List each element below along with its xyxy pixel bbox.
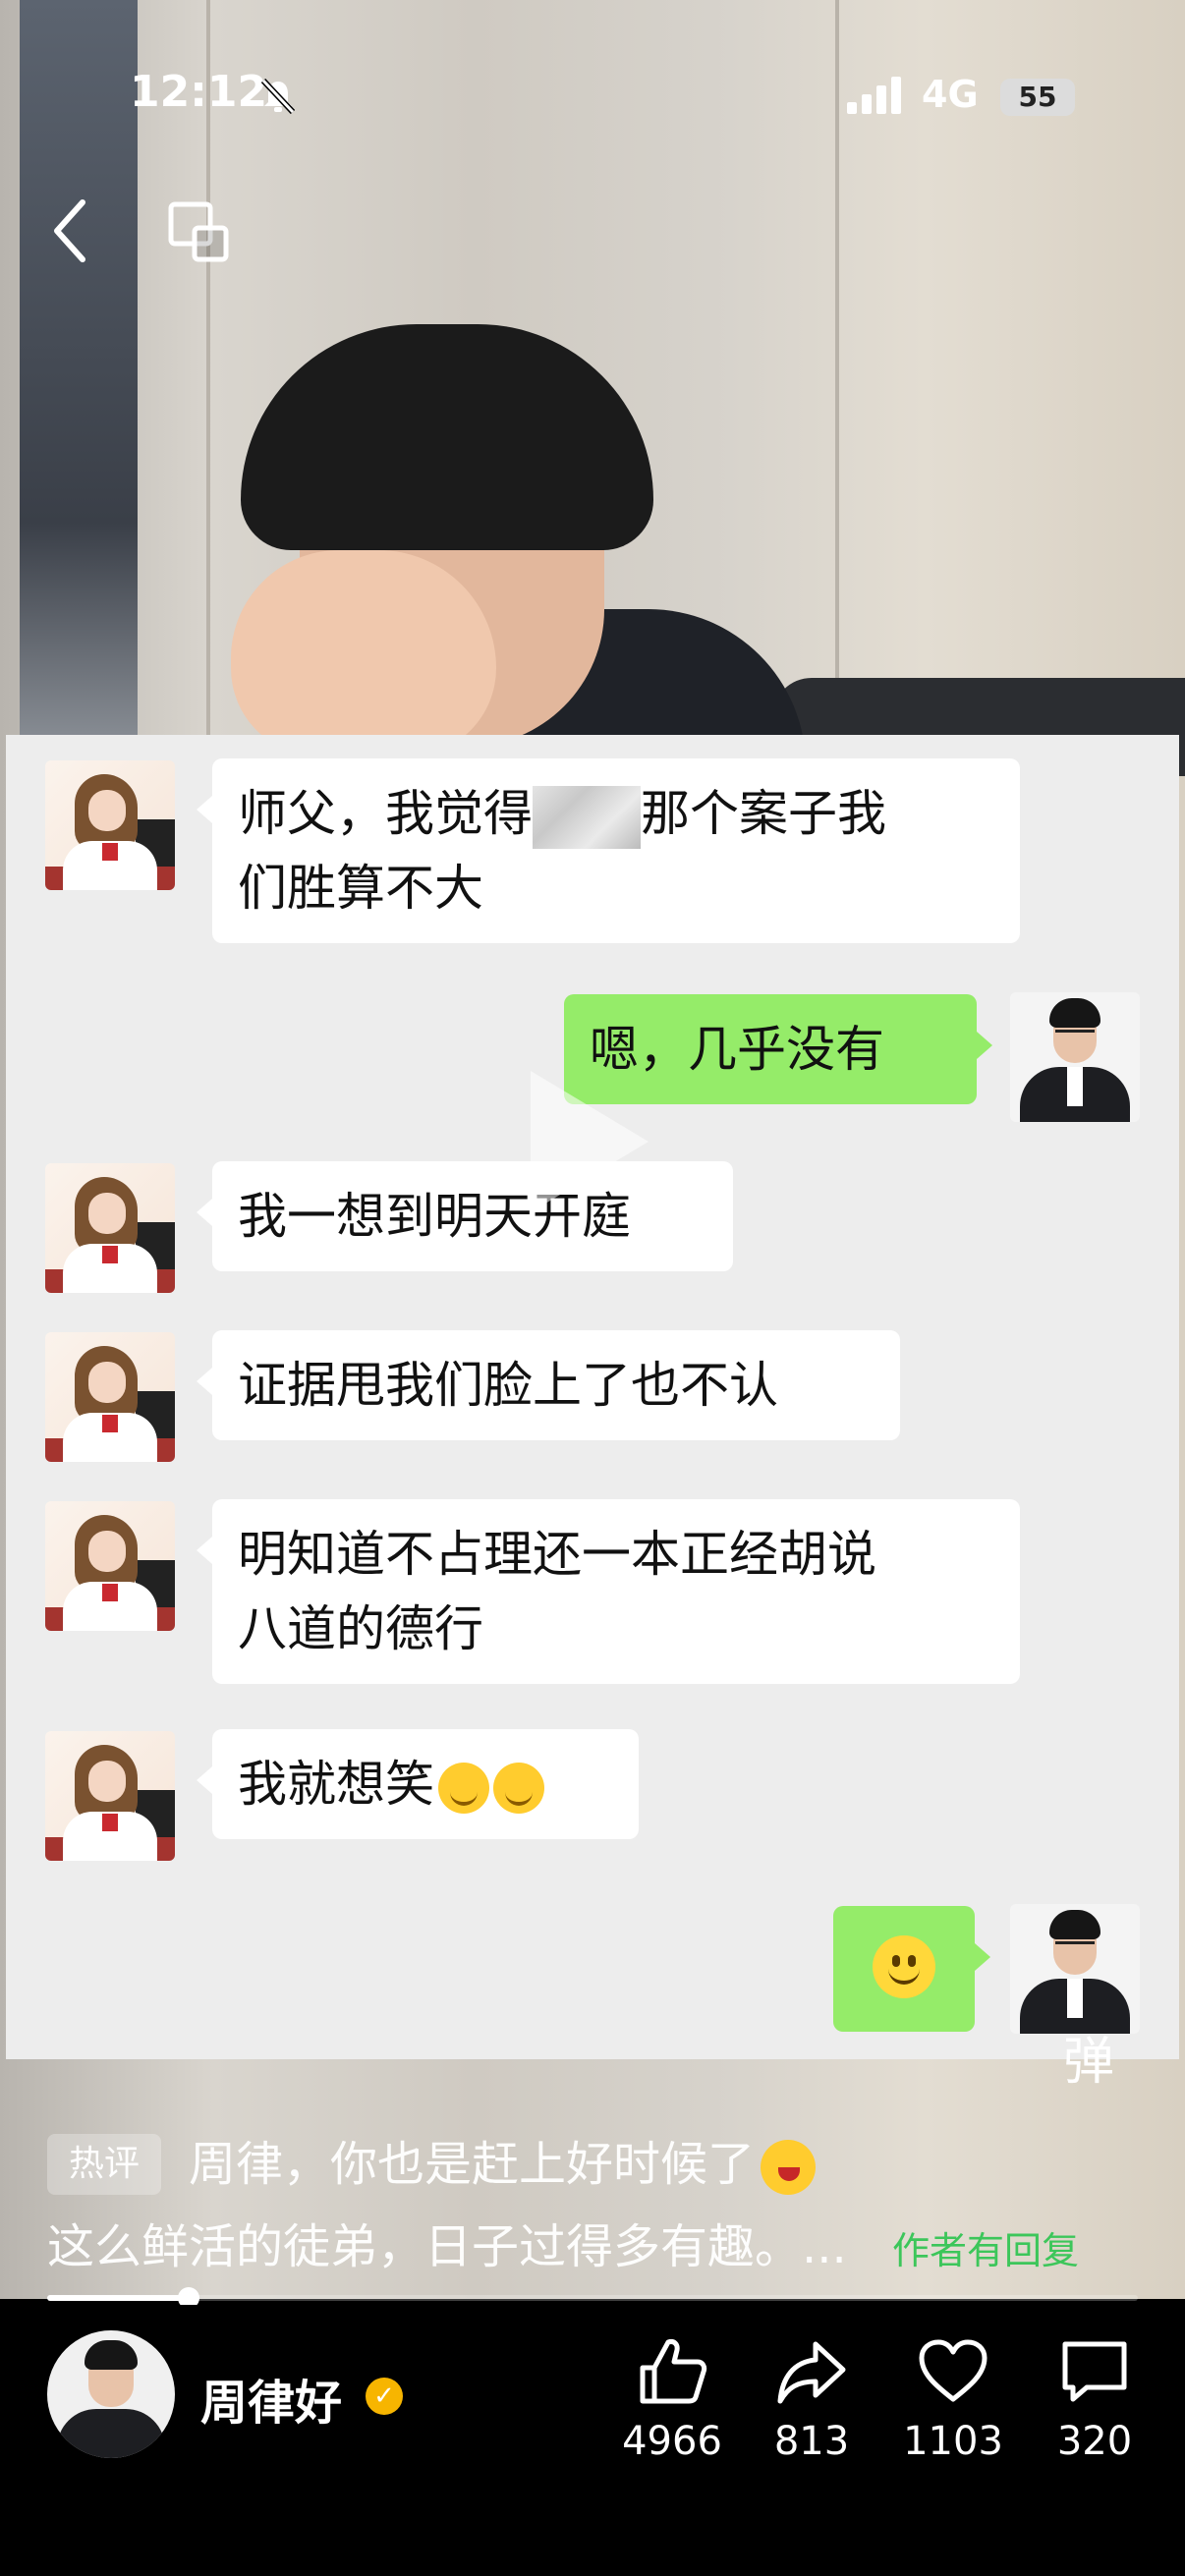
battery-icon: 55 <box>1000 79 1075 116</box>
comment-count: 320 <box>1056 2419 1133 2464</box>
apprentice-avatar <box>45 760 175 890</box>
message-text: 八道的德行 <box>238 1600 483 1657</box>
message-text: 我就想笑 <box>238 1756 434 1813</box>
redacted-blur <box>533 785 641 849</box>
chat-bubble: 我一想到明天开庭 <box>197 1161 733 1271</box>
status-bar: 12:12 4G 55 <box>0 59 1185 138</box>
share-arrow-icon <box>777 2341 846 2404</box>
share-button[interactable]: 813 <box>743 2334 880 2464</box>
chat-bubble: 明知道不占理还一本正经胡说 八道的德行 <box>197 1499 1020 1684</box>
comment-bubble-icon <box>1062 2341 1127 2402</box>
favorite-button[interactable]: 1103 <box>884 2334 1022 2464</box>
video-progress-bar[interactable] <box>47 2287 1138 2309</box>
bottom-bar: 周律好 ✓ 4966 813 1103 320 <box>0 2305 1185 2576</box>
message-text: 那个案子我 <box>641 785 886 842</box>
picture-in-picture-icon[interactable] <box>167 200 230 263</box>
danmaku-label: 弹 <box>1063 2033 1115 2092</box>
person-facepalm <box>231 324 653 756</box>
play-icon[interactable] <box>531 1071 649 1212</box>
author-reply-link[interactable]: 作者有回复 <box>892 2220 1079 2274</box>
hot-comment-text: 周律，你也是赶上好时候了 <box>189 2130 817 2199</box>
smile-emoji <box>873 1935 935 1998</box>
progress-fill <box>47 2295 189 2301</box>
message-text: 明知道不占理还一本正经胡说 <box>238 1526 876 1583</box>
chat-screenshot: 师父，我觉得 那个案子我 们胜算不大 嗯，几乎没有 我一想到明天开庭 证据甩我们脸… <box>6 735 1179 2059</box>
verified-badge-icon: ✓ <box>366 2378 403 2415</box>
master-avatar <box>1010 992 1140 1122</box>
apprentice-avatar <box>45 1501 175 1631</box>
apprentice-avatar <box>45 1163 175 1293</box>
message-text: 嗯，几乎没有 <box>590 1021 884 1078</box>
chat-bubble: 我就想笑 <box>197 1729 639 1839</box>
message-text: 证据甩我们脸上了也不认 <box>238 1357 778 1414</box>
author-avatar[interactable] <box>47 2330 175 2458</box>
like-count: 4966 <box>622 2419 722 2464</box>
heart-icon <box>919 2339 988 2402</box>
message-text: 们胜算不大 <box>238 860 483 917</box>
comment-button[interactable]: 320 <box>1026 2334 1163 2464</box>
master-avatar <box>1010 1904 1140 2034</box>
thumbs-up-icon <box>640 2339 707 2404</box>
apprentice-avatar <box>45 1731 175 1861</box>
hot-comment-text: 这么鲜活的徒弟，日子过得多有趣。... <box>47 2219 847 2274</box>
status-time: 12:12 <box>130 67 268 117</box>
danmaku-toggle-icon[interactable]: 弹 <box>1063 2020 1114 2094</box>
like-button[interactable]: 4966 <box>603 2334 741 2464</box>
hot-comment-badge: 热评 <box>47 2134 161 2195</box>
favorite-count: 1103 <box>903 2419 1003 2464</box>
bell-muted-icon <box>261 79 295 114</box>
chat-bubble-self <box>833 1906 990 2032</box>
hot-comment-line: 周律，你也是赶上好时候了 <box>189 2137 756 2192</box>
share-count: 813 <box>773 2419 850 2464</box>
chat-bubble: 证据甩我们脸上了也不认 <box>197 1330 900 1440</box>
apprentice-avatar <box>45 1332 175 1462</box>
network-type: 4G <box>922 73 979 116</box>
author-name[interactable]: 周律好 <box>200 2364 342 2433</box>
laugh-cry-emoji <box>438 1762 489 1814</box>
message-text: 师父，我觉得 <box>238 785 533 842</box>
back-arrow-icon[interactable] <box>49 196 88 265</box>
wink-emoji <box>761 2140 817 2195</box>
signal-bars-icon <box>847 77 901 114</box>
laugh-cry-emoji <box>493 1762 544 1814</box>
chat-bubble: 师父，我觉得 那个案子我 们胜算不大 <box>197 758 1020 943</box>
